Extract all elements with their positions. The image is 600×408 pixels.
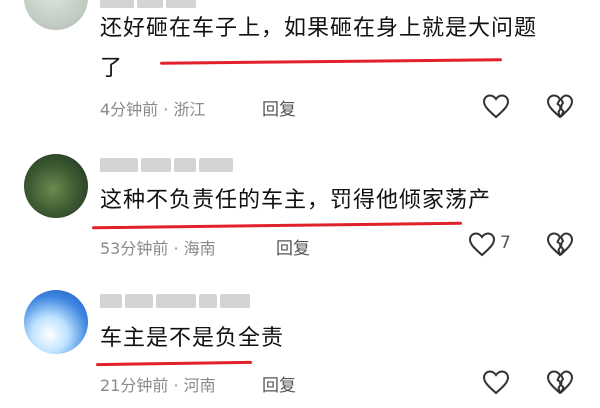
comment-meta: 53分钟前 · 海南 [100, 235, 216, 259]
like-count: 7 [500, 233, 511, 253]
heart-outline-icon[interactable] [482, 369, 510, 395]
comment-time: 4分钟前 [100, 100, 159, 119]
comment-text: 这种不负责任的车主，罚得他倾家荡产 [100, 188, 492, 213]
meta-separator: · [173, 376, 179, 395]
comment-meta: 21分钟前 · 河南 [100, 372, 216, 396]
avatar[interactable] [24, 154, 88, 218]
broken-heart-icon[interactable] [546, 93, 574, 119]
comment-text: 还好砸在车子上，如果砸在身上就是大问题 [100, 16, 538, 41]
username-blurred[interactable] [100, 158, 233, 172]
comment-time: 21分钟前 [100, 376, 169, 395]
comment-time: 53分钟前 [100, 239, 169, 258]
red-underline [159, 58, 503, 65]
red-underline [95, 360, 253, 367]
avatar[interactable] [24, 290, 88, 354]
reply-button[interactable]: 回复 [262, 95, 296, 120]
reply-button[interactable]: 回复 [276, 234, 310, 259]
comment-location: 河南 [183, 376, 216, 395]
comment-location: 浙江 [173, 100, 206, 119]
comment-item: 还好砸在车子上，如果砸在身上就是大问题 了 4分钟前 · 浙江 回复 [0, 0, 600, 130]
heart-outline-icon[interactable] [468, 231, 496, 257]
meta-separator: · [173, 239, 179, 258]
username-blurred[interactable] [100, 0, 196, 8]
comment-text-continued: 了 [100, 56, 124, 81]
comment-item: 这种不负责任的车主，罚得他倾家荡产 53分钟前 · 海南 回复 7 [0, 130, 600, 270]
reply-button[interactable]: 回复 [262, 371, 296, 396]
avatar[interactable] [24, 0, 88, 30]
comment-item: 车主是不是负全责 21分钟前 · 河南 回复 [0, 270, 600, 408]
broken-heart-icon[interactable] [546, 369, 574, 395]
comment-meta: 4分钟前 · 浙江 [100, 96, 205, 120]
username-blurred[interactable] [100, 294, 250, 308]
broken-heart-icon[interactable] [546, 231, 574, 257]
comment-text: 车主是不是负全责 [100, 326, 285, 351]
meta-separator: · [163, 100, 169, 119]
red-underline [91, 221, 463, 230]
heart-outline-icon[interactable] [482, 93, 510, 119]
comment-location: 海南 [183, 239, 216, 258]
